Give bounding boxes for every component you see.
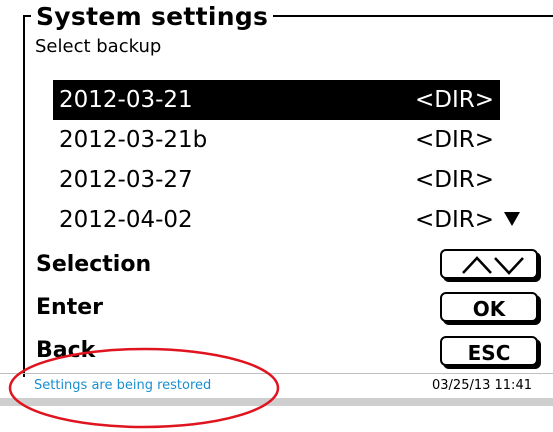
backup-item[interactable]: 2012-04-02 <DIR> <box>53 200 500 240</box>
backup-item[interactable]: 2012-03-21 <DIR> <box>53 80 500 120</box>
backup-item[interactable]: 2012-03-27 <DIR> <box>53 160 500 200</box>
esc-button[interactable]: ESC <box>440 336 538 366</box>
selection-label: Selection <box>36 252 152 277</box>
backup-type: <DIR> <box>415 167 495 193</box>
triangle-down-icon <box>504 212 520 226</box>
backup-item[interactable]: 2012-03-21b <DIR> <box>53 120 500 160</box>
status-datetime: 03/25/13 11:41 <box>432 378 532 393</box>
backup-name: 2012-03-21 <box>59 87 193 113</box>
backup-name: 2012-03-27 <box>59 167 193 193</box>
up-down-icon <box>462 256 524 275</box>
backup-name: 2012-04-02 <box>59 207 193 233</box>
highlight-ellipse <box>8 347 280 429</box>
page-subtitle: Select backup <box>35 36 162 57</box>
backup-type: <DIR> <box>415 207 495 233</box>
ok-button[interactable]: OK <box>440 292 538 322</box>
chevron-up-icon <box>462 256 492 274</box>
backup-type: <DIR> <box>415 127 495 153</box>
backup-name: 2012-03-21b <box>59 127 208 153</box>
backup-type: <DIR> <box>415 87 495 113</box>
up-down-key[interactable] <box>440 249 538 279</box>
page-title: System settings <box>31 2 274 32</box>
enter-label: Enter <box>36 295 103 320</box>
chevron-down-icon <box>494 257 524 275</box>
